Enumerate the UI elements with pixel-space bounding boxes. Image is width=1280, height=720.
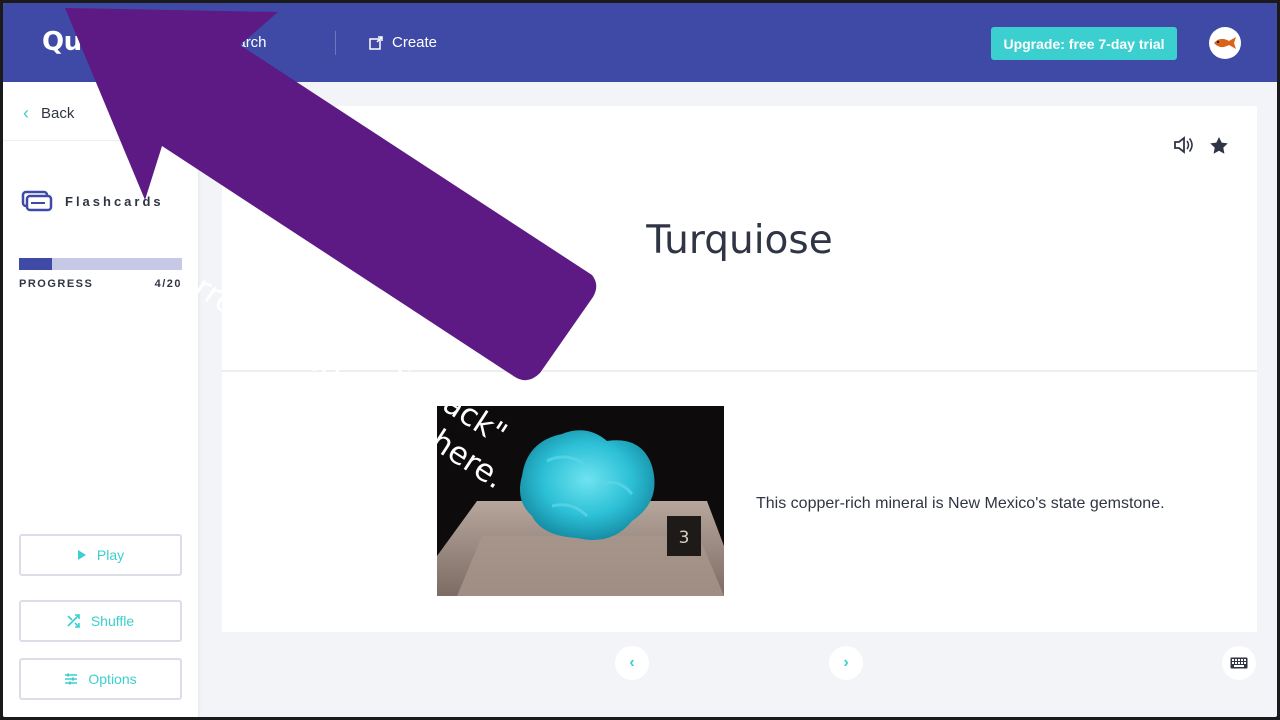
card-definition: This copper-rich mineral is New Mexico's… [756, 495, 1165, 512]
app-window: Qu Search Create Upgrade: free 7-day tri… [3, 3, 1277, 717]
avatar-fish-icon [1214, 37, 1236, 49]
card-divider [222, 370, 1257, 372]
flashcard[interactable]: Turquiose 3 This copper-rich mineral is … [222, 106, 1257, 632]
user-avatar[interactable] [1209, 27, 1241, 59]
card-term: Turquiose [646, 218, 833, 263]
shuffle-icon [67, 614, 80, 628]
mode-label: Flashcards [65, 193, 164, 209]
previous-card-button[interactable]: ‹ [615, 646, 649, 680]
progress-fill [19, 258, 52, 270]
speaker-icon[interactable] [1173, 136, 1193, 154]
quizlet-logo[interactable]: Qu [42, 27, 82, 57]
study-mode-selector[interactable]: Flashcards [21, 190, 164, 212]
chevron-left-icon: ‹ [23, 103, 29, 123]
play-label: Play [96, 547, 125, 563]
progress-label: PROGRESS [19, 278, 94, 290]
flashcards-icon [21, 190, 53, 212]
back-button[interactable]: ‹ Back [23, 103, 74, 124]
options-button[interactable]: Options [19, 658, 182, 700]
next-card-button[interactable]: › [829, 646, 863, 680]
keyboard-icon [1230, 657, 1248, 669]
progress-count: 4/20 [154, 278, 182, 290]
sidebar-divider [3, 140, 198, 141]
play-button[interactable]: Play [19, 534, 182, 576]
create-icon [369, 35, 383, 50]
specimen-number-label: 3 [679, 528, 690, 548]
keyboard-shortcuts-button[interactable] [1222, 646, 1256, 680]
options-sliders-icon [65, 673, 78, 685]
search-label: Search [219, 34, 267, 51]
star-icon[interactable] [1209, 136, 1229, 155]
options-label: Options [88, 671, 137, 687]
chevron-left-icon: ‹ [629, 654, 635, 671]
progress-bar [19, 258, 182, 270]
chevron-right-icon: › [843, 654, 849, 671]
turquoise-photo: 3 [437, 406, 724, 596]
search-link[interactable]: Search [219, 34, 267, 51]
back-label: Back [41, 105, 75, 122]
shuffle-label: Shuffle [90, 613, 135, 629]
create-label: Create [392, 34, 438, 51]
sidebar: ‹ Back Flashcards PROGRESS 4/20 Play Shu… [3, 82, 198, 717]
shuffle-button[interactable]: Shuffle [19, 600, 182, 642]
turquoise-specimen-image: 3 [437, 406, 724, 596]
nav-divider [335, 31, 336, 55]
upgrade-button[interactable]: Upgrade: free 7-day trial [991, 27, 1177, 60]
top-navigation-bar: Qu Search Create Upgrade: free 7-day tri… [3, 3, 1277, 82]
play-icon [77, 550, 86, 560]
create-link[interactable]: Create [369, 34, 437, 51]
